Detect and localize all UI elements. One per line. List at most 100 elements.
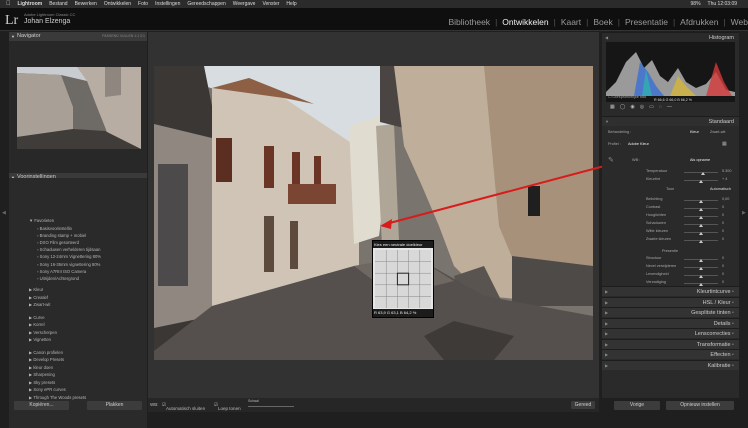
scale-slider[interactable]	[248, 406, 294, 407]
slider-knob[interactable]	[699, 267, 703, 270]
section-lenscorrecties[interactable]: ▶ Lenscorrecties ▪	[602, 328, 739, 338]
collapse-triangle-icon: ▶	[605, 299, 609, 305]
toggle-switch-icon[interactable]: ▪	[731, 321, 734, 327]
section-title: Kalibratie	[707, 362, 731, 369]
slider-label: Temperatuur	[646, 169, 668, 173]
crop-icon[interactable]: ◯	[620, 104, 626, 112]
loupe-readout: R 63,9 G 63,1 B 64,2 %	[373, 309, 433, 317]
slider-value: 0	[722, 213, 725, 217]
slider-label: Zwarte kleuren	[646, 237, 672, 241]
radial-filter-icon[interactable]: ◌	[659, 104, 662, 112]
red-arrow-line	[385, 163, 613, 225]
auto-dismiss-label: Automatisch sluiten	[166, 406, 206, 411]
red-arrow-head	[380, 219, 392, 229]
basic-panel-header[interactable]: ▼ Standaard	[602, 116, 739, 126]
slider-label: Verzadiging	[646, 280, 666, 284]
profile-label: Profiel :	[608, 142, 621, 146]
basic-panel-title: Standaard	[708, 119, 734, 125]
section-kleurtintcurve[interactable]: ▶ Kleurtintcurve ▪	[602, 286, 739, 296]
collapse-triangle-icon: ▶	[605, 310, 609, 315]
collapse-triangle-icon: ▶	[605, 320, 609, 326]
grid-icon[interactable]: ▦	[610, 104, 615, 112]
collapse-triangle-icon: ▶	[605, 289, 609, 294]
section-kalibratie[interactable]: ▶ Kalibratie ▪	[602, 359, 739, 370]
section-title: Kleurtintcurve	[696, 289, 731, 295]
slider-value: 0	[722, 221, 725, 225]
auto-dismiss-checkbox[interactable]: ☑ Automatisch sluiten	[162, 402, 205, 411]
section-title: Details	[713, 320, 731, 327]
slider-knob[interactable]	[699, 259, 703, 262]
histogram-header[interactable]: ◀ Histogram	[602, 32, 739, 42]
slider-knob[interactable]	[699, 275, 703, 278]
slider-value: 0	[722, 280, 725, 284]
show-loupe-checkbox[interactable]: ☑ Loep tonen	[214, 402, 241, 411]
slider-knob[interactable]	[699, 200, 703, 203]
slider-label: Structuur	[646, 256, 662, 260]
slider-knob[interactable]	[700, 172, 705, 175]
scale-label: Schaal	[248, 399, 259, 403]
histogram-readout: R 66,6 G 66,0 B 66,2 %	[654, 98, 693, 102]
slider-label: Kleurtint	[646, 177, 660, 181]
slider-knob[interactable]	[699, 216, 703, 219]
wb-dropdown[interactable]: Als opname	[690, 158, 710, 162]
slider-value: 0	[722, 272, 725, 276]
show-loupe-label: Loep tonen	[218, 406, 241, 411]
original-photo-checkbox[interactable]: ☐ Oorspronkelijke foto	[608, 94, 646, 99]
section-title: Lenscorrecties	[694, 331, 731, 337]
slider-label: Schaduwen	[646, 221, 666, 225]
treatment-bw[interactable]: Zwart-wit	[710, 130, 725, 134]
slider-label: Witte kleuren	[646, 229, 669, 233]
wb-loupe: Kies een neutrale doelkleur R 63,9 G 63,…	[372, 240, 434, 318]
wb-eyedropper-icon[interactable]: ✎	[608, 156, 614, 164]
slider-knob[interactable]	[699, 232, 703, 235]
spot-removal-icon[interactable]: ◉	[630, 104, 634, 112]
wb-label: WB :	[632, 158, 641, 162]
toggle-switch-icon[interactable]: ▪	[731, 300, 734, 306]
section-gesplitste-tinten[interactable]: ▶ Gesplitste tinten ▪	[602, 307, 739, 317]
profile-browser-icon[interactable]: ▦	[722, 141, 727, 147]
slider-value: + 4	[722, 177, 728, 181]
toggle-switch-icon[interactable]: ▪	[731, 289, 734, 295]
toggle-switch-icon[interactable]: ▪	[731, 331, 734, 337]
profile-dropdown[interactable]: Adobe Kleur	[628, 142, 649, 146]
section-transformatie[interactable]: ▶ Transformatie ▪	[602, 338, 739, 349]
right-panel: ◀ Histogram R 66,6 G 66,0 B 66,2 % ☐ Oor…	[602, 32, 739, 398]
redeye-icon[interactable]: ◎	[640, 104, 644, 112]
brush-icon[interactable]: —	[667, 104, 672, 112]
slider-value: 0	[722, 264, 725, 268]
done-button[interactable]: Gereed	[571, 401, 595, 409]
toolbar-wb-label: WB:	[150, 402, 159, 407]
toggle-switch-icon[interactable]: ▪	[731, 352, 734, 358]
toggle-switch-icon[interactable]: ▪	[731, 342, 734, 348]
loupe-title: Kies een neutrale doelkleur	[373, 241, 433, 248]
reset-button[interactable]: Opnieuw instellen	[666, 401, 734, 410]
slider-knob[interactable]	[699, 240, 703, 243]
presence-label: Presentie	[662, 249, 679, 253]
slider-value: 0	[722, 256, 725, 260]
section-effecten[interactable]: ▶ Effecten ▪	[602, 349, 739, 359]
slider-value: 0,00	[722, 197, 730, 201]
tool-strip: ▦ ◯ ◉ ◎ ▭ ◌ —	[606, 104, 735, 112]
slider-label: Contrast	[646, 205, 661, 209]
histogram-title: Histogram	[708, 35, 734, 41]
right-buttons: Vorige Opnieuw instellen	[602, 399, 739, 412]
develop-toolbar: WB: ☑ Automatisch sluiten ☑ Loep tonen S…	[148, 398, 599, 412]
collapse-triangle-icon: ▶	[605, 341, 609, 347]
collapse-triangle-icon: ▶	[605, 331, 609, 336]
slider-knob[interactable]	[699, 180, 703, 183]
previous-button[interactable]: Vorige	[614, 401, 660, 410]
slider-knob[interactable]	[699, 208, 703, 211]
section-hsl-kleur[interactable]: ▶ HSL / Kleur ▪	[602, 296, 739, 307]
slider-knob[interactable]	[699, 224, 703, 227]
slider-label: Belichting	[646, 197, 663, 201]
slider-value: 5.300	[722, 169, 732, 173]
collapse-triangle-icon: ▶	[605, 362, 609, 368]
graduated-filter-icon[interactable]: ▭	[649, 104, 654, 112]
toggle-switch-icon[interactable]: ▪	[731, 363, 734, 369]
tone-auto-button[interactable]: Automatisch	[710, 187, 731, 191]
treatment-color[interactable]: Kleur	[690, 130, 699, 134]
section-details[interactable]: ▶ Details ▪	[602, 317, 739, 328]
loupe-pixel-grid	[375, 250, 431, 308]
toggle-switch-icon[interactable]: ▪	[731, 310, 734, 316]
slider-label: Levendigheid	[646, 272, 669, 276]
